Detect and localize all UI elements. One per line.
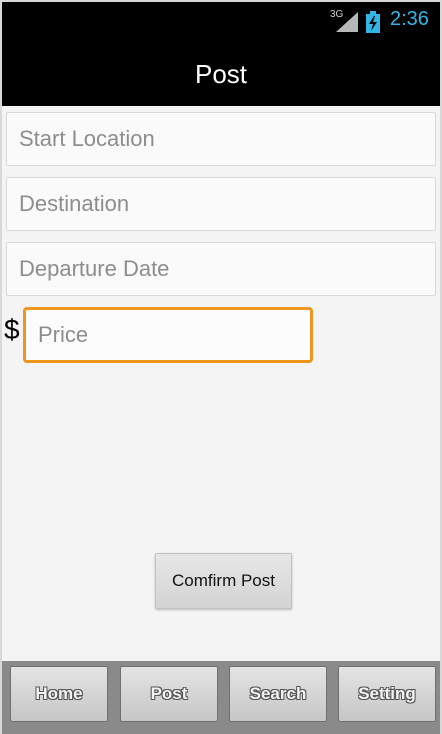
departure-date-field[interactable]: Departure Date [6,242,436,296]
tab-post[interactable]: Post [120,666,218,722]
tab-home[interactable]: Home [10,666,108,722]
signal-icon [336,12,358,32]
clock: 2:36 [390,8,429,30]
status-bar: 3G 2:36 [2,2,440,42]
start-location-field[interactable]: Start Location [6,112,436,166]
confirm-post-button[interactable]: Comfirm Post [155,553,292,609]
battery-charging-icon [366,11,380,33]
tab-search[interactable]: Search [229,666,327,722]
bottom-tab-bar: Home Post Search Setting [2,661,440,734]
destination-field[interactable]: Destination [6,177,436,231]
currency-symbol: $ [4,314,20,345]
phone-screen: 3G 2:36 Post Start Location Destination … [0,0,442,734]
page-title: Post [2,42,440,106]
price-field[interactable]: Price [23,307,313,363]
tab-setting[interactable]: Setting [338,666,436,722]
